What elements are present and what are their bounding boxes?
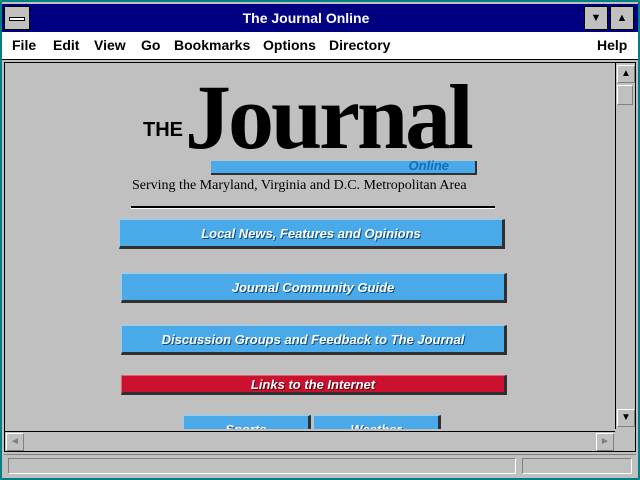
system-menu-button[interactable] — [4, 6, 30, 30]
journal-logo: THE Journal Online — [135, 66, 495, 175]
logo-online-text: Online — [408, 158, 449, 173]
system-menu-icon — [9, 17, 25, 21]
scroll-down-button[interactable]: ▼ — [617, 409, 635, 427]
status-message — [8, 458, 516, 474]
menu-options[interactable]: Options — [263, 37, 316, 53]
menu-view[interactable]: View — [94, 37, 126, 53]
internet-links-link[interactable]: Links to the Internet — [121, 375, 507, 395]
menu-file[interactable]: File — [12, 37, 36, 53]
logo-the-text: THE — [143, 119, 183, 141]
local-news-link[interactable]: Local News, Features and Opinions — [119, 219, 505, 249]
maximize-button[interactable]: ▲ — [610, 6, 634, 30]
menu-edit[interactable]: Edit — [53, 37, 79, 53]
community-guide-link[interactable]: Journal Community Guide — [121, 273, 507, 303]
menu-bookmarks[interactable]: Bookmarks — [174, 37, 250, 53]
window-title: The Journal Online — [242, 10, 370, 26]
status-bar — [4, 454, 636, 476]
progress-indicator — [522, 458, 632, 474]
minimize-button[interactable]: ▼ — [584, 6, 608, 30]
window-frame: The Journal Online ▼ ▲ File Edit View Go… — [0, 0, 640, 480]
tagline: Serving the Maryland, Virginia and D.C. … — [132, 178, 467, 193]
horizontal-scrollbar[interactable]: ◄ ► — [5, 431, 615, 451]
weather-link[interactable]: Weather — [313, 415, 441, 429]
page-content: THE Journal Online Serving the Maryland,… — [5, 63, 615, 429]
title-bar[interactable]: The Journal Online ▼ ▲ — [2, 4, 638, 32]
browser-window: The Journal Online ▼ ▲ File Edit View Go… — [2, 2, 638, 478]
document-view: THE Journal Online Serving the Maryland,… — [4, 62, 636, 452]
sports-link[interactable]: Sports — [183, 415, 311, 429]
horizontal-rule — [131, 206, 495, 209]
vertical-scrollbar[interactable]: ▲ ▼ — [615, 63, 635, 429]
logo-online-bar: Online — [211, 158, 477, 175]
menu-directory[interactable]: Directory — [329, 37, 390, 53]
logo-journal-text: Journal — [185, 66, 474, 168]
scroll-left-button[interactable]: ◄ — [6, 433, 24, 451]
menu-help[interactable]: Help — [597, 37, 627, 53]
scroll-right-button[interactable]: ► — [596, 433, 614, 451]
menu-bar: File Edit View Go Bookmarks Options Dire… — [2, 32, 638, 60]
vertical-scroll-thumb[interactable] — [617, 85, 633, 105]
discussion-groups-link[interactable]: Discussion Groups and Feedback to The Jo… — [121, 325, 507, 355]
menu-go[interactable]: Go — [141, 37, 160, 53]
scroll-up-button[interactable]: ▲ — [617, 65, 635, 83]
scrollbar-corner — [615, 429, 635, 451]
